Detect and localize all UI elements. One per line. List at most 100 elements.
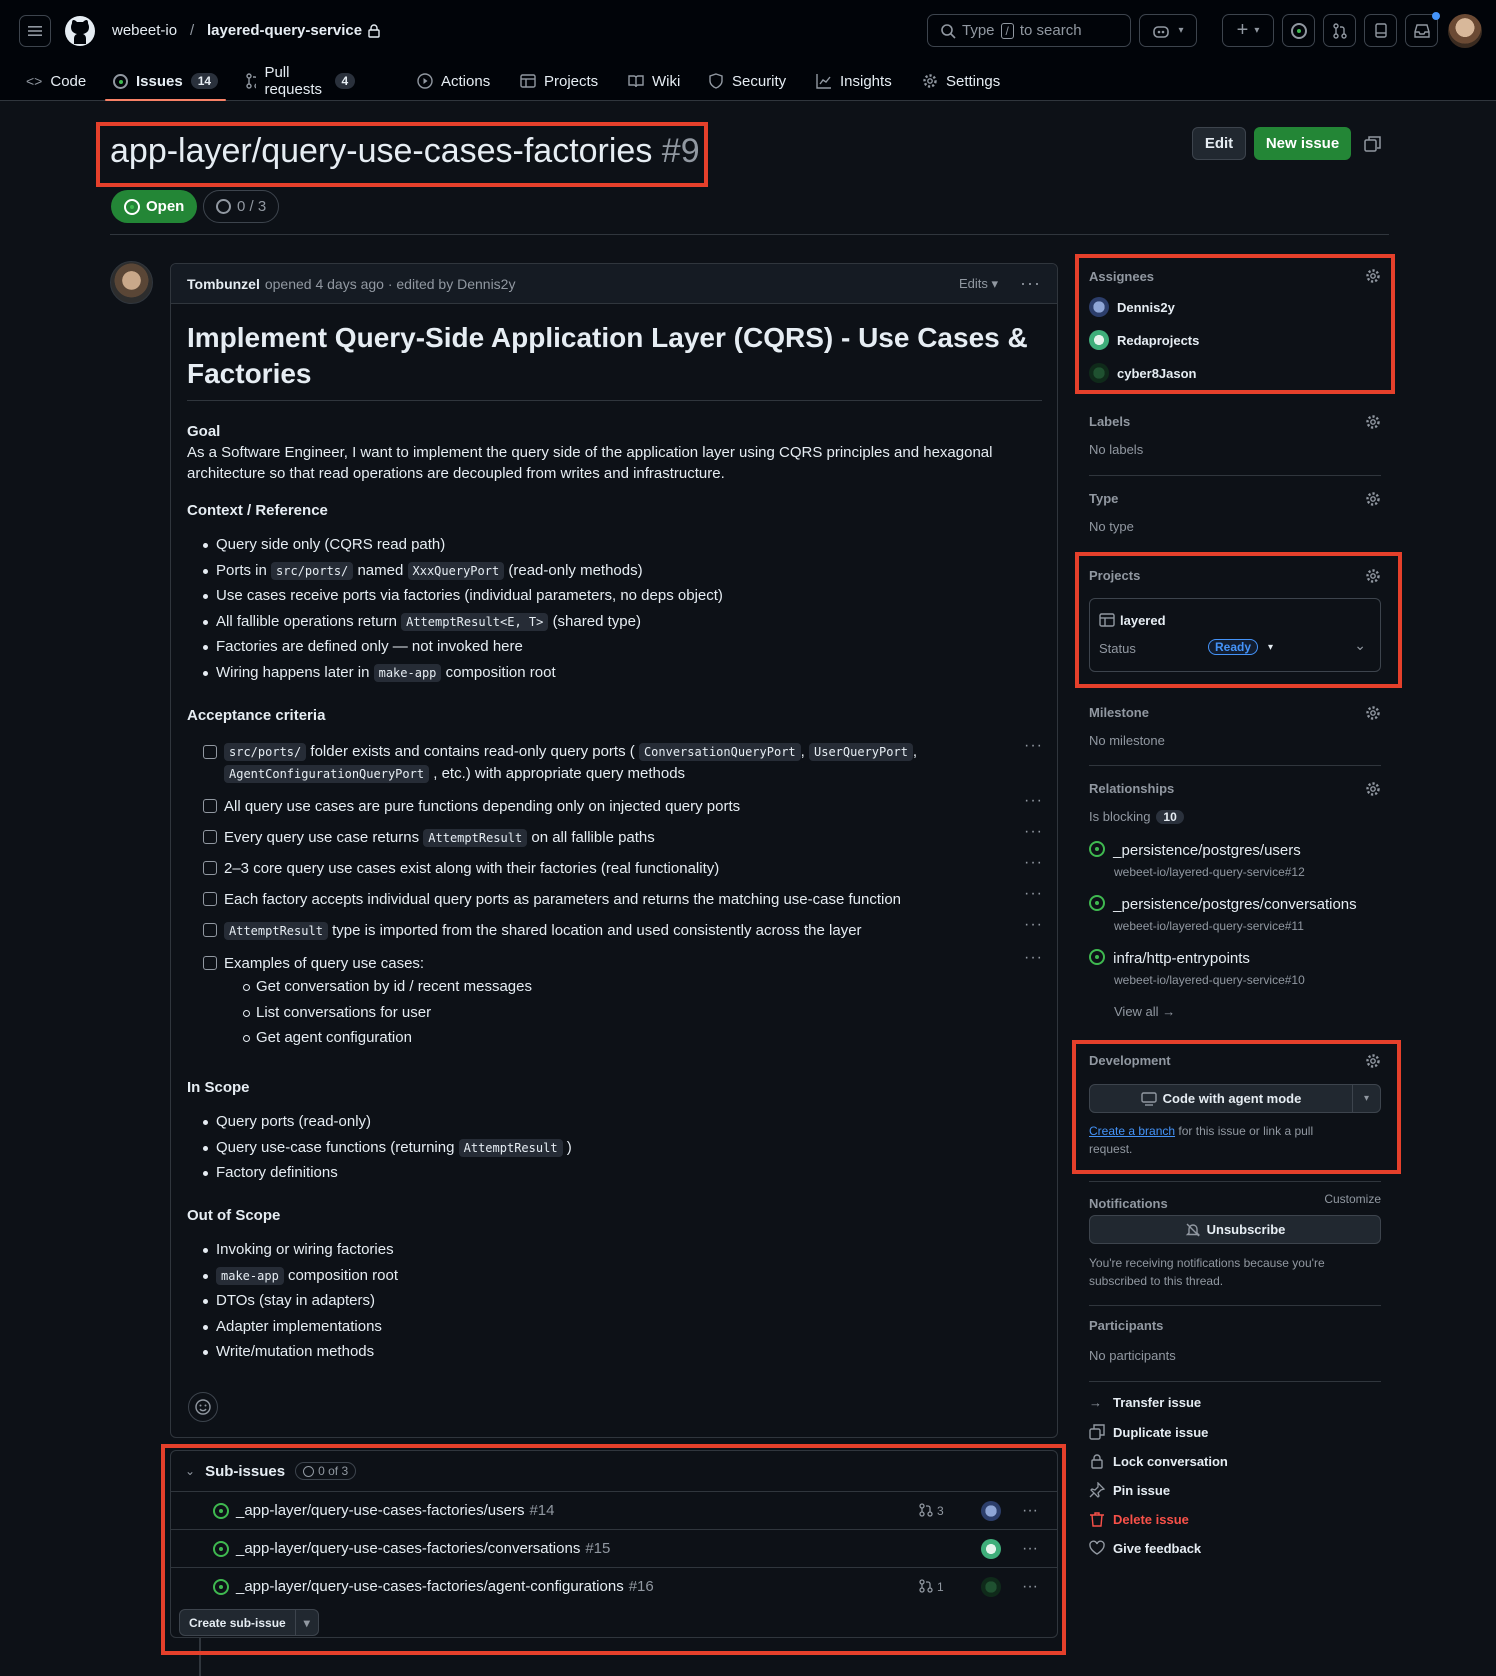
gear-icon[interactable] <box>1365 568 1381 584</box>
task-options-button[interactable]: ··· <box>1024 947 1043 968</box>
task-options-button[interactable]: ··· <box>1024 790 1043 811</box>
expand-chevron-icon[interactable]: ⌄ <box>1354 637 1366 654</box>
tab-settings[interactable]: Settings <box>922 62 1000 100</box>
list-item-text: (shared type) <box>552 612 641 630</box>
tab-issues[interactable]: Issues 14 <box>104 62 227 101</box>
search-input[interactable]: Type / to search <box>927 14 1131 47</box>
labels-value: No labels <box>1089 442 1144 457</box>
transfer-issue-action[interactable]: → Transfer issue <box>1089 1395 1201 1410</box>
tab-counter: 14 <box>190 73 219 89</box>
copilot-button[interactable]: ▾ <box>1139 14 1197 47</box>
sub-issues-header[interactable]: ⌄ Sub-issues 0 of 3 <box>185 1451 357 1491</box>
lock-conversation-action[interactable]: Lock conversation <box>1089 1453 1228 1469</box>
gear-icon[interactable] <box>1365 268 1381 284</box>
breadcrumb-owner[interactable]: webeet-io <box>112 22 177 39</box>
author-avatar[interactable] <box>110 261 153 304</box>
create-new-button[interactable]: + ▾ <box>1222 14 1274 47</box>
assignee-item[interactable]: cyber8Jason <box>1089 363 1197 383</box>
user-avatar[interactable] <box>1448 14 1482 48</box>
task-checkbox[interactable] <box>203 799 217 813</box>
project-link[interactable]: layered <box>1099 612 1166 628</box>
task-checkbox[interactable] <box>203 861 217 875</box>
body-heading: Implement Query-Side Application Layer (… <box>187 320 1042 401</box>
tab-projects[interactable]: Projects <box>520 62 598 100</box>
sub-issue-title[interactable]: _app-layer/query-use-cases-factories/age… <box>236 1578 624 1595</box>
edits-dropdown[interactable]: Edits ▾ <box>959 276 998 292</box>
avatar <box>1089 297 1109 317</box>
acceptance-heading: Acceptance criteria <box>187 707 326 724</box>
tab-pull-requests[interactable]: Pull requests 4 <box>245 62 356 100</box>
relationship-item[interactable]: _persistence/postgres/users webeet-io/lay… <box>1089 841 1305 879</box>
sub-issue-progress-badge[interactable]: 0 / 3 <box>203 190 280 223</box>
gear-icon[interactable] <box>1365 705 1381 721</box>
add-reaction-button[interactable] <box>188 1392 218 1422</box>
code-with-agent-button[interactable]: Code with agent mode <box>1090 1091 1352 1106</box>
pin-issue-action[interactable]: Pin issue <box>1089 1482 1170 1498</box>
assignee-item[interactable]: Redaprojects <box>1089 330 1199 350</box>
task-options-button[interactable]: ··· <box>1024 914 1043 935</box>
tab-wiki[interactable]: Wiki <box>628 62 680 100</box>
agent-dropdown[interactable]: ▾ <box>1352 1085 1380 1112</box>
search-placeholder-post: to search <box>1019 22 1082 39</box>
task-checkbox[interactable] <box>203 923 217 937</box>
task-options-button[interactable]: ··· <box>1024 883 1043 904</box>
new-issue-button[interactable]: New issue <box>1254 127 1351 160</box>
tab-security[interactable]: Security <box>708 62 786 100</box>
tab-code[interactable]: <> Code <box>26 62 86 100</box>
assignee-name: Redaprojects <box>1117 332 1200 348</box>
create-branch-link[interactable]: Create a branch <box>1089 1124 1175 1138</box>
github-logo-icon[interactable] <box>64 15 96 47</box>
assignee-item[interactable]: Dennis2y <box>1089 297 1175 317</box>
tab-insights[interactable]: Insights <box>816 62 892 100</box>
progress-text: 0 / 3 <box>237 198 267 215</box>
task-options-button[interactable]: ··· <box>1024 821 1043 842</box>
gear-icon[interactable] <box>1365 414 1381 430</box>
task-checkbox[interactable] <box>203 956 217 970</box>
copy-icon[interactable] <box>1364 135 1382 153</box>
customize-link[interactable]: Customize <box>1324 1192 1381 1206</box>
sub-issue-title[interactable]: _app-layer/query-use-cases-factories/use… <box>236 1502 524 1519</box>
view-all-link[interactable]: View all → <box>1114 1004 1175 1019</box>
create-sub-issue-button[interactable]: Create sub-issue <box>180 1616 295 1630</box>
task-checkbox[interactable] <box>203 830 217 844</box>
list-item: Adapter implementations <box>203 1314 398 1340</box>
sub-issue-options-button[interactable]: ··· <box>1022 1540 1038 1558</box>
delete-issue-action[interactable]: Delete issue <box>1089 1511 1189 1527</box>
comment-options-button[interactable]: ··· <box>1020 273 1041 294</box>
issues-nav-button[interactable] <box>1282 14 1315 47</box>
unsubscribe-button[interactable]: Unsubscribe <box>1089 1215 1381 1244</box>
gear-icon[interactable] <box>1365 491 1381 507</box>
breadcrumb-repo[interactable]: layered-query-service <box>207 22 362 39</box>
sub-issue-options-button[interactable]: ··· <box>1022 1578 1038 1596</box>
sub-issue-row[interactable]: _app-layer/query-use-cases-factories/con… <box>171 1529 1057 1567</box>
in-scope-list: Query ports (read-only) Query use-case f… <box>203 1109 572 1186</box>
task-checkbox[interactable] <box>203 745 217 759</box>
status-dropdown[interactable]: Ready ▾ <box>1208 639 1273 655</box>
menu-button[interactable] <box>19 15 51 47</box>
give-feedback-action[interactable]: Give feedback <box>1089 1540 1201 1556</box>
relationship-item[interactable]: _persistence/postgres/conversations webee… <box>1089 895 1357 933</box>
gear-icon[interactable] <box>1365 1053 1381 1069</box>
task-options-button[interactable]: ··· <box>1024 852 1043 873</box>
sub-issue-options-button[interactable]: ··· <box>1022 1502 1038 1520</box>
relationship-item[interactable]: infra/http-entrypoints webeet-io/layered-… <box>1089 949 1305 987</box>
task-options-button[interactable]: ··· <box>1024 735 1043 756</box>
assignees-section: Assignees Dennis2y Redaprojects cyber8Ja… <box>1089 262 1381 392</box>
issue-page: webeet-io / layered-query-service Type /… <box>0 0 1496 1676</box>
duplicate-issue-action[interactable]: Duplicate issue <box>1089 1424 1208 1440</box>
comment-author[interactable]: Tombunzel <box>187 276 260 292</box>
tab-actions[interactable]: Actions <box>417 62 490 100</box>
project-name: layered <box>1120 612 1166 628</box>
gear-icon[interactable] <box>1365 781 1381 797</box>
sub-issue-row[interactable]: _app-layer/query-use-cases-factories/age… <box>171 1567 1057 1605</box>
inbox-button[interactable] <box>1405 12 1440 47</box>
task-text: 2–3 core query use cases exist along wit… <box>224 860 720 877</box>
repositories-nav-button[interactable] <box>1364 14 1397 47</box>
create-sub-issue-dropdown[interactable]: ▾ <box>294 1610 318 1635</box>
pull-requests-nav-button[interactable] <box>1323 14 1356 47</box>
sub-issue-row[interactable]: _app-layer/query-use-cases-factories/use… <box>171 1491 1057 1529</box>
issue-opened-icon <box>1089 895 1105 911</box>
edit-button[interactable]: Edit <box>1192 127 1246 160</box>
task-checkbox[interactable] <box>203 892 217 906</box>
sub-issue-title[interactable]: _app-layer/query-use-cases-factories/con… <box>236 1540 580 1557</box>
